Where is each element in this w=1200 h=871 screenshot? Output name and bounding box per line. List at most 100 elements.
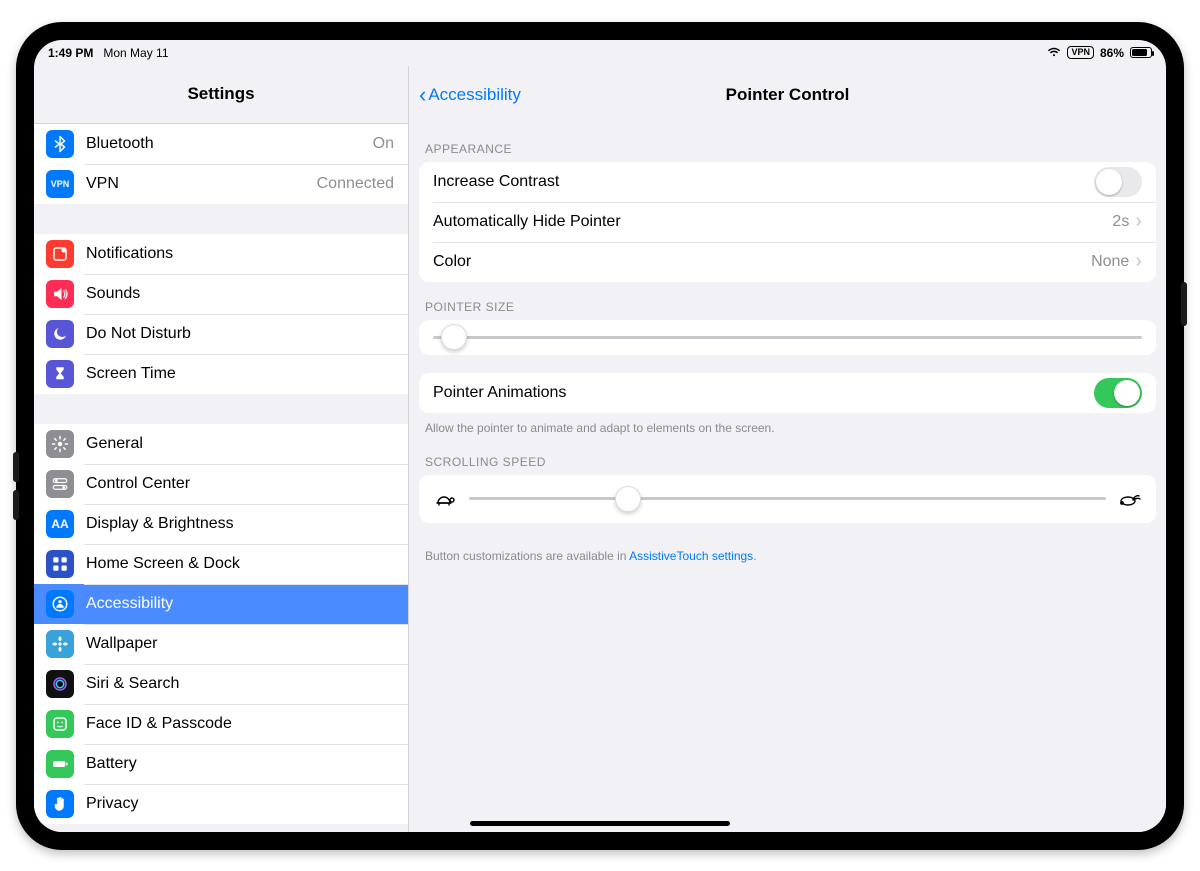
sidebar-item-label: Home Screen & Dock	[86, 555, 394, 573]
sidebar-item-notifications[interactable]: Notifications	[34, 234, 408, 274]
footer-tail: .	[753, 549, 756, 563]
sidebar-item-label: Screen Time	[86, 365, 394, 383]
sidebar-item-do-not-disturb[interactable]: Do Not Disturb	[34, 314, 408, 354]
auto-hide-value: 2s	[1112, 213, 1129, 231]
moon-icon	[46, 320, 74, 348]
scroll-speed-thumb[interactable]	[615, 486, 641, 512]
sidebar-item-control-center[interactable]: Control Center	[34, 464, 408, 504]
sidebar-item-label: VPN	[86, 175, 317, 193]
siri-icon	[46, 670, 74, 698]
sidebar-item-privacy[interactable]: Privacy	[34, 784, 408, 824]
gear-icon	[46, 430, 74, 458]
pointer-animations-label: Pointer Animations	[433, 384, 1094, 402]
speaker-icon	[46, 280, 74, 308]
row-auto-hide-pointer[interactable]: Automatically Hide Pointer 2s ›	[419, 202, 1156, 242]
home-indicator[interactable]	[470, 821, 730, 826]
back-label: Accessibility	[428, 85, 521, 105]
sidebar-item-vpn[interactable]: VPNVPNConnected	[34, 164, 408, 204]
sidebar-item-label: Sounds	[86, 285, 394, 303]
device-bezel: 1:49 PM Mon May 11 VPN 86% Settings	[16, 22, 1184, 850]
wifi-icon	[1047, 47, 1061, 58]
battery-icon	[1130, 47, 1152, 58]
notification-icon	[46, 240, 74, 268]
sidebar-item-bluetooth[interactable]: BluetoothOn	[34, 124, 408, 164]
bluetooth-icon	[46, 130, 74, 158]
content-split: Settings BluetoothOnVPNVPNConnectedNotif…	[34, 66, 1166, 832]
section-header-appearance: APPEARANCE	[409, 124, 1166, 162]
rabbit-icon	[1118, 491, 1142, 507]
sidebar-title: Settings	[187, 84, 254, 104]
sidebar-item-label: Battery	[86, 755, 394, 773]
person-circle-icon	[46, 590, 74, 618]
back-button[interactable]: ‹ Accessibility	[419, 84, 521, 106]
device-frame: 1:49 PM Mon May 11 VPN 86% Settings	[0, 0, 1200, 871]
sidebar-item-siri[interactable]: Siri & Search	[34, 664, 408, 704]
sidebar-item-label: Face ID & Passcode	[86, 715, 394, 733]
pointer-size-thumb[interactable]	[441, 324, 467, 350]
sidebar-item-home-screen[interactable]: Home Screen & Dock	[34, 544, 408, 584]
row-color[interactable]: Color None ›	[419, 242, 1156, 282]
row-pointer-animations[interactable]: Pointer Animations	[419, 373, 1156, 413]
color-label: Color	[433, 253, 1091, 271]
color-value: None	[1091, 253, 1129, 271]
section-header-pointer-size: POINTER SIZE	[409, 282, 1166, 320]
sidebar-item-display[interactable]: AA Display & Brightness	[34, 504, 408, 544]
row-increase-contrast[interactable]: Increase Contrast	[419, 162, 1156, 202]
pointer-size-slider[interactable]	[433, 336, 1142, 339]
sidebar-item-detail: On	[373, 135, 394, 153]
turtle-icon	[433, 491, 457, 507]
sidebar-item-label: Bluetooth	[86, 135, 373, 153]
scroll-speed-slider[interactable]	[469, 497, 1106, 500]
status-time: 1:49 PM	[48, 46, 93, 60]
animations-card: Pointer Animations	[419, 373, 1156, 413]
sidebar-item-label: Accessibility	[86, 595, 394, 613]
flower-icon	[46, 630, 74, 658]
aa-icon: AA	[46, 510, 74, 538]
volume-down-button	[13, 490, 19, 520]
screen: 1:49 PM Mon May 11 VPN 86% Settings	[34, 40, 1166, 832]
sidebar-item-battery[interactable]: Battery	[34, 744, 408, 784]
sidebar-item-label: Notifications	[86, 245, 394, 263]
status-right: VPN 86%	[1047, 46, 1152, 60]
sidebar-item-screen-time[interactable]: Screen Time	[34, 354, 408, 394]
switches-icon	[46, 470, 74, 498]
sidebar-header: Settings	[34, 66, 408, 124]
vpn-badge: VPN	[1067, 46, 1094, 59]
sidebar-item-accessibility[interactable]: Accessibility	[34, 584, 408, 624]
face-icon	[46, 710, 74, 738]
sidebar-item-sounds[interactable]: Sounds	[34, 274, 408, 314]
sidebar-item-wallpaper[interactable]: Wallpaper	[34, 624, 408, 664]
chevron-right-icon: ›	[1135, 250, 1142, 273]
grid-icon	[46, 550, 74, 578]
vpn-text-icon: VPN	[46, 170, 74, 198]
pointer-animations-toggle[interactable]	[1094, 378, 1142, 408]
hand-icon	[46, 790, 74, 818]
assistivetouch-link[interactable]: AssistiveTouch settings	[629, 549, 753, 563]
scroll-speed-card	[419, 475, 1156, 523]
assistivetouch-footer: Button customizations are available in A…	[409, 523, 1166, 577]
hourglass-icon	[46, 360, 74, 388]
sidebar-item-label: Do Not Disturb	[86, 325, 394, 343]
pointer-size-card	[419, 320, 1156, 355]
sidebar-item-label: Control Center	[86, 475, 394, 493]
sidebar-item-faceid[interactable]: Face ID & Passcode	[34, 704, 408, 744]
animations-footer: Allow the pointer to animate and adapt t…	[409, 413, 1166, 449]
sidebar-list[interactable]: BluetoothOnVPNVPNConnectedNotificationsS…	[34, 124, 408, 824]
settings-sidebar: Settings BluetoothOnVPNVPNConnectedNotif…	[34, 66, 409, 832]
auto-hide-label: Automatically Hide Pointer	[433, 213, 1112, 231]
increase-contrast-toggle[interactable]	[1094, 167, 1142, 197]
sidebar-item-label: Privacy	[86, 795, 394, 813]
power-button	[1181, 282, 1187, 326]
appearance-card: Increase Contrast Automatically Hide Poi…	[419, 162, 1156, 282]
sidebar-item-label: General	[86, 435, 394, 453]
detail-header: ‹ Accessibility Pointer Control	[409, 66, 1166, 124]
status-left: 1:49 PM Mon May 11	[48, 46, 169, 60]
sidebar-item-label: Display & Brightness	[86, 515, 394, 533]
detail-title: Pointer Control	[726, 85, 850, 105]
chevron-right-icon: ›	[1135, 210, 1142, 233]
volume-up-button	[13, 452, 19, 482]
chevron-left-icon: ‹	[419, 84, 426, 106]
status-bar: 1:49 PM Mon May 11 VPN 86%	[34, 40, 1166, 66]
detail-pane: ‹ Accessibility Pointer Control APPEARAN…	[409, 66, 1166, 832]
sidebar-item-general[interactable]: General	[34, 424, 408, 464]
